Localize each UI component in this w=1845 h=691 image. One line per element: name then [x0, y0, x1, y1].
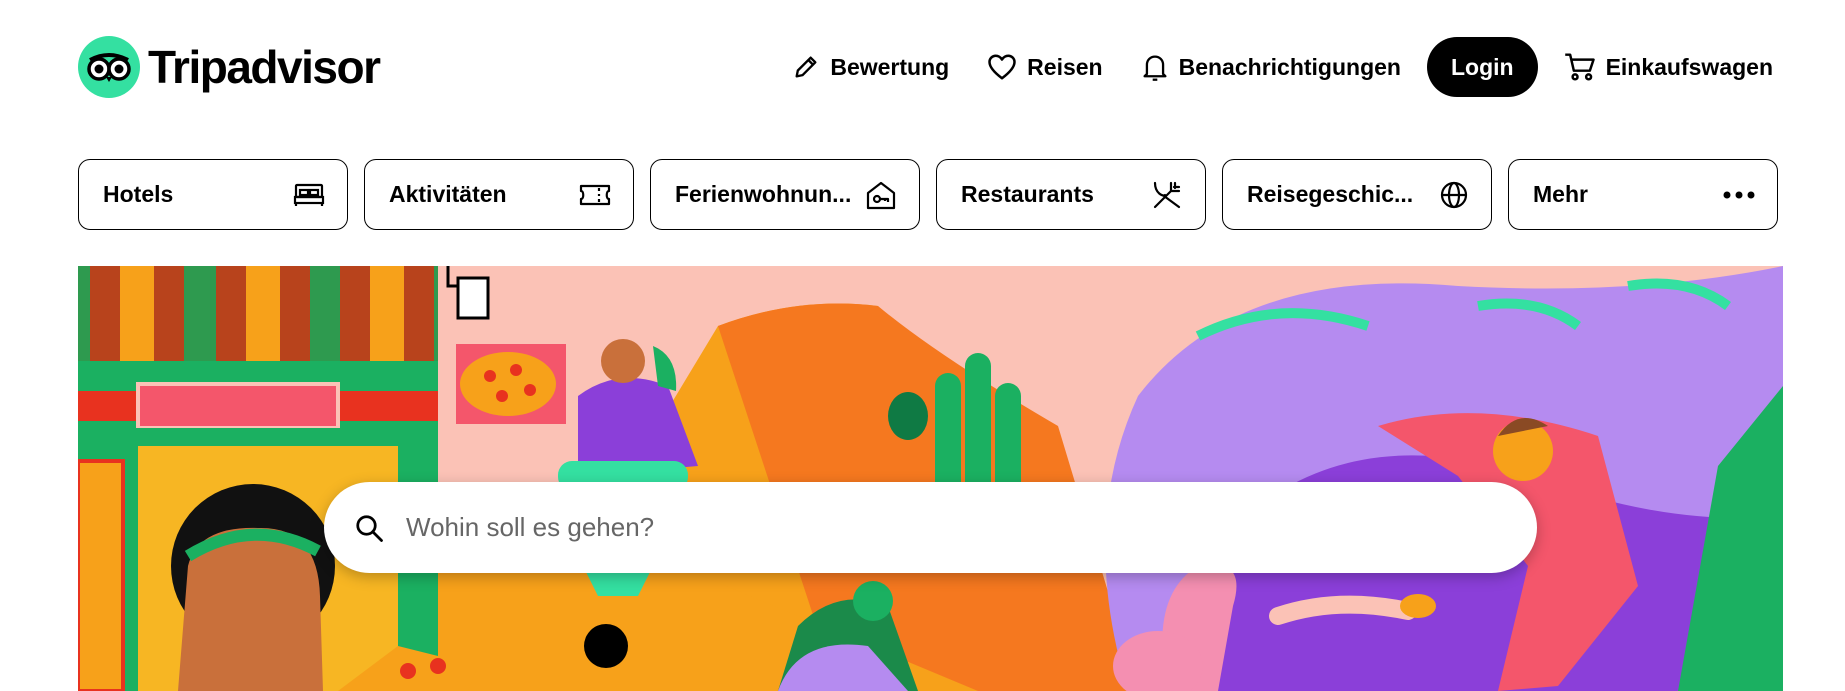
category-label: Reisegeschic...	[1247, 181, 1414, 207]
bell-icon	[1143, 55, 1167, 81]
category-restaurants[interactable]: Restaurants	[936, 159, 1206, 230]
brand-name: Tripadvisor	[148, 41, 381, 93]
fork-knife-icon	[1153, 181, 1181, 208]
hero-illustration	[78, 266, 1783, 691]
building-windows	[90, 266, 434, 361]
cart-icon	[1564, 53, 1595, 81]
login-button[interactable]: Login	[1426, 37, 1538, 97]
notifications-label: Benachrichtigungen	[1178, 53, 1401, 80]
globe-icon	[1440, 181, 1468, 208]
category-label: Restaurants	[961, 181, 1094, 207]
owl-logo-icon	[78, 36, 140, 98]
search-icon	[354, 513, 384, 543]
ticket-icon	[579, 184, 611, 205]
trips-link[interactable]: Reisen	[987, 37, 1103, 97]
trips-label: Reisen	[1027, 53, 1103, 80]
cart-label: Einkaufswagen	[1605, 53, 1773, 80]
write-review-link[interactable]: Bewertung	[792, 37, 949, 97]
pencil-icon	[795, 56, 817, 78]
cart-link[interactable]: Einkaufswagen	[1564, 37, 1773, 97]
category-vacation-rentals[interactable]: Ferienwohnun...	[650, 159, 920, 230]
category-label: Hotels	[103, 181, 174, 207]
heart-icon	[988, 54, 1016, 80]
write-review-label: Bewertung	[830, 53, 950, 80]
house-key-icon	[866, 181, 896, 209]
category-label: Aktivitäten	[389, 181, 507, 207]
bed-icon	[293, 183, 325, 206]
site-header: Tripadvisor Bewertung Reisen Benachricht…	[0, 0, 1845, 135]
category-tabs: Hotels Aktivitäten Ferienwohnun... Resta…	[78, 159, 1778, 230]
category-travel-stories[interactable]: Reisegeschic...	[1222, 159, 1492, 230]
top-nav: Bewertung Reisen Benachrichtigungen Logi…	[754, 37, 1773, 97]
more-dots-icon	[1723, 191, 1755, 198]
search-bar[interactable]	[324, 482, 1537, 573]
category-label: Mehr	[1533, 181, 1588, 207]
category-hotels[interactable]: Hotels	[78, 159, 348, 230]
category-more[interactable]: Mehr	[1508, 159, 1778, 230]
category-label: Ferienwohnun...	[675, 181, 852, 207]
search-input[interactable]	[404, 511, 1408, 544]
tripadvisor-logo[interactable]: Tripadvisor	[78, 36, 381, 98]
notifications-link[interactable]: Benachrichtigungen	[1141, 37, 1401, 97]
category-activities[interactable]: Aktivitäten	[364, 159, 634, 230]
